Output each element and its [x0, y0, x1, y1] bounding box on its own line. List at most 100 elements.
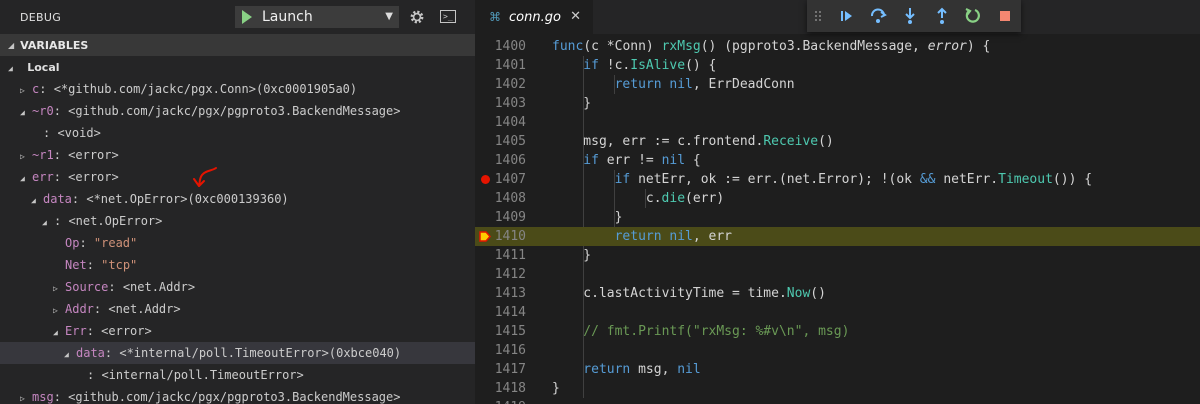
variable-row[interactable]: ▷ Addr: <net.Addr> — [0, 298, 475, 320]
variable-name: Addr — [65, 302, 94, 316]
close-icon[interactable]: ✕ — [570, 9, 581, 24]
chevron-down-icon[interactable]: ◢ — [42, 212, 54, 234]
gear-icon[interactable] — [408, 8, 426, 26]
variable-name: Err — [65, 324, 87, 338]
code-token: return — [614, 77, 662, 92]
chevron-right-icon[interactable]: ▷ — [53, 300, 65, 322]
code-line[interactable]: 1401 if !c.IsAlive() { — [475, 56, 1200, 75]
line-number: 1406 — [494, 153, 526, 168]
chevron-down-icon[interactable]: ◢ — [64, 344, 76, 366]
code-token: () (pgproto3.BackendMessage, — [700, 39, 928, 54]
chevron-down-icon[interactable]: ◢ — [0, 58, 20, 80]
line-number: 1412 — [494, 267, 526, 282]
variable-row[interactable]: : <void> — [0, 122, 475, 144]
code-line[interactable]: 1417 return msg, nil — [475, 360, 1200, 379]
go-file-icon: ⌘ — [489, 10, 501, 24]
debug-sidebar: DEBUG Launch ▼ >_ ◢ VARIABLES ◢ Local ▷ c… — [0, 0, 475, 404]
code-line[interactable]: 1403} — [475, 94, 1200, 113]
line-number: 1401 — [494, 58, 526, 73]
step-out-icon[interactable] — [932, 6, 952, 26]
variables-section-header[interactable]: ◢ VARIABLES — [0, 34, 475, 56]
tab-conn-go[interactable]: ⌘ conn.go ✕ — [475, 0, 593, 34]
variable-row[interactable]: Net: "tcp" — [0, 254, 475, 276]
code-line[interactable]: 1407 if netErr, ok := err.(net.Error); !(… — [475, 170, 1200, 189]
code-token: if — [614, 172, 631, 187]
code-line[interactable]: 1419 — [475, 398, 1200, 404]
variable-row[interactable]: ◢ err: <error> — [0, 166, 475, 188]
continue-icon[interactable] — [837, 6, 857, 26]
variable-name: ~r0 — [32, 104, 54, 118]
code-line[interactable]: 1411} — [475, 246, 1200, 265]
step-into-icon[interactable] — [900, 6, 920, 26]
code-line[interactable]: 1410 return nil, err — [475, 227, 1200, 246]
variable-row[interactable]: ◢: <net.OpError> — [0, 210, 475, 232]
code-token: ()) { — [1052, 172, 1093, 187]
variable-name: err — [32, 170, 54, 184]
variable-row[interactable]: ▷ c: <*github.com/jackc/pgx.Conn>(0xc0001… — [0, 78, 475, 100]
drag-handle-icon[interactable] — [813, 6, 823, 26]
stop-icon[interactable] — [995, 6, 1015, 26]
chevron-down-icon[interactable]: ◢ — [20, 102, 32, 124]
code-text: if !c.IsAlive() { — [583, 56, 716, 75]
code-text: } — [583, 246, 591, 265]
line-number: 1409 — [494, 210, 526, 225]
code-token: c. — [645, 191, 662, 206]
scope-local[interactable]: ◢ Local — [0, 56, 475, 78]
code-line[interactable]: 1408 c.die(err) — [475, 189, 1200, 208]
chevron-down-icon[interactable]: ◢ — [20, 168, 32, 190]
code-line[interactable]: 1415 // fmt.Printf("rxMsg: %#v\n", msg) — [475, 322, 1200, 341]
variable-separator: : — [54, 214, 69, 228]
code-line[interactable]: 1413 c.lastActivityTime = time.Now() — [475, 284, 1200, 303]
code-token: Timeout — [998, 172, 1053, 187]
variable-name: data — [76, 346, 105, 360]
step-over-icon[interactable] — [868, 6, 888, 26]
line-number: 1403 — [494, 96, 526, 111]
variable-name: data — [43, 192, 72, 206]
variable-value: <github.com/jackc/pgx/pgproto3.BackendMe… — [68, 390, 401, 404]
line-number: 1404 — [494, 115, 526, 130]
chevron-right-icon[interactable]: ▷ — [20, 80, 32, 102]
code-line[interactable]: 1414 — [475, 303, 1200, 322]
launch-config-select[interactable]: Launch ▼ — [235, 6, 399, 28]
code-line[interactable]: 1418} — [475, 379, 1200, 398]
variable-separator: : — [53, 390, 69, 404]
chevron-right-icon[interactable]: ▷ — [20, 388, 32, 404]
annotation-arrow-icon — [193, 167, 217, 187]
variable-row[interactable]: : <internal/poll.TimeoutError> — [0, 364, 475, 386]
code-line[interactable]: 1402 return nil, ErrDeadConn — [475, 75, 1200, 94]
chevron-down-icon[interactable]: ◢ — [8, 41, 14, 50]
chevron-right-icon[interactable]: ▷ — [53, 278, 65, 300]
variable-row[interactable]: ◢ data: <*internal/poll.TimeoutError>(0xb… — [0, 342, 475, 364]
code-editor: ⌘ conn.go ✕ 1400 func(c *Conn) rxMsg() (p… — [475, 0, 1200, 404]
line-number: 1411 — [494, 248, 526, 263]
variable-value: <*github.com/jackc/pgx.Conn>(0xc0001905a… — [53, 82, 358, 96]
variable-row[interactable]: ◢ ~r0: <github.com/jackc/pgx/pgproto3.Bac… — [0, 100, 475, 122]
variable-separator: : — [79, 236, 94, 250]
chevron-down-icon[interactable]: ▼ — [385, 11, 393, 22]
variable-separator: : — [93, 302, 109, 316]
code-line[interactable]: 1409} — [475, 208, 1200, 227]
restart-icon[interactable] — [963, 6, 983, 26]
variable-row[interactable]: Op: "read" — [0, 232, 475, 254]
code-token: error — [927, 39, 967, 54]
code-line[interactable]: 1400 func(c *Conn) rxMsg() (pgproto3.Back… — [475, 37, 1200, 56]
variable-row[interactable]: ▷ ~r1: <error> — [0, 144, 475, 166]
code-line[interactable]: 1406 if err != nil { — [475, 151, 1200, 170]
code-line[interactable]: 1416 — [475, 341, 1200, 360]
chevron-down-icon[interactable]: ◢ — [31, 190, 43, 212]
debug-console-icon[interactable]: >_ — [440, 10, 456, 23]
variable-row[interactable]: ▷ msg: <github.com/jackc/pgx/pgproto3.Bac… — [0, 386, 475, 404]
code-line[interactable]: 1404 — [475, 113, 1200, 132]
variable-row[interactable]: ▷ Source: <net.Addr> — [0, 276, 475, 298]
start-debugging-icon[interactable] — [242, 10, 252, 24]
chevron-right-icon[interactable]: ▷ — [20, 146, 32, 168]
variable-row[interactable]: ◢ Err: <error> — [0, 320, 475, 342]
code-token: } — [583, 248, 592, 263]
variable-row[interactable]: ◢ data: <*net.OpError>(0xc000139360) — [0, 188, 475, 210]
chevron-down-icon[interactable]: ◢ — [53, 322, 65, 344]
code-text: msg, err := c.frontend.Receive() — [583, 132, 833, 151]
code-token: && — [919, 172, 936, 187]
code-line[interactable]: 1412 — [475, 265, 1200, 284]
code-token: nil — [669, 229, 693, 244]
code-line[interactable]: 1405 msg, err := c.frontend.Receive() — [475, 132, 1200, 151]
